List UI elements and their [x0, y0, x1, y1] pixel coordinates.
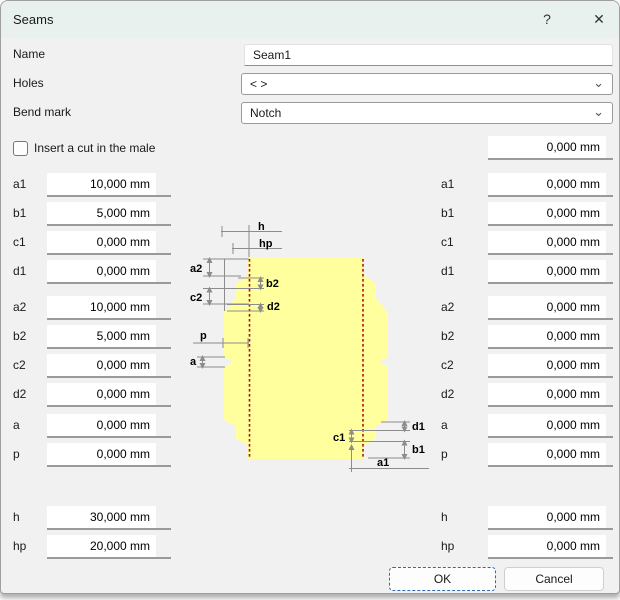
cancel-button[interactable]: Cancel — [504, 567, 604, 591]
diagram-label-c2: c2 — [190, 292, 202, 304]
field-left-d2[interactable]: 0,000 mm — [47, 383, 171, 407]
field-left-a1[interactable]: 10,000 mm — [47, 173, 171, 197]
insert-cut-value-field[interactable]: 0,000 mm — [488, 136, 613, 160]
label-left-p: p — [13, 443, 20, 465]
field-right-c2[interactable]: 0,000 mm — [488, 354, 613, 378]
field-left-d1[interactable]: 0,000 mm — [47, 260, 171, 284]
field-right-p[interactable]: 0,000 mm — [488, 443, 613, 467]
label-right-b1: b1 — [441, 202, 454, 224]
seam-diagram: h hp a2 b2 c2 d2 p a d1 c1 b1 a1 — [181, 216, 443, 478]
diagram-label-b2: b2 — [266, 278, 279, 290]
field-right-d1[interactable]: 0,000 mm — [488, 260, 613, 284]
dialog-title: Seams — [13, 1, 53, 38]
field-left-b2[interactable]: 5,000 mm — [47, 325, 171, 349]
label-left-a: a — [13, 414, 20, 436]
close-icon[interactable]: ✕ — [584, 6, 614, 33]
field-right-hp[interactable]: 0,000 mm — [488, 535, 613, 559]
label-right-d2: d2 — [441, 383, 454, 405]
label-left-c1: c1 — [13, 231, 26, 253]
label-right-a2: a2 — [441, 296, 454, 318]
label-right-d1: d1 — [441, 260, 454, 282]
label-left-a1: a1 — [13, 173, 26, 195]
diagram-label-hp: hp — [259, 238, 273, 250]
field-right-b2[interactable]: 0,000 mm — [488, 325, 613, 349]
label-left-b2: b2 — [13, 325, 26, 347]
diagram-label-d1: d1 — [412, 421, 425, 433]
holes-selected-value: < > — [250, 77, 267, 91]
diagram-label-h: h — [258, 221, 265, 233]
field-right-h[interactable]: 0,000 mm — [488, 506, 613, 530]
field-left-hp[interactable]: 20,000 mm — [47, 535, 171, 559]
seams-dialog: Seams ? ✕ Name Holes < > ⌄ Bend mark Not… — [0, 0, 620, 594]
label-right-b2: b2 — [441, 325, 454, 347]
titlebar: Seams ? ✕ — [1, 1, 619, 38]
ok-button[interactable]: OK — [389, 567, 496, 591]
label-left-c2: c2 — [13, 354, 26, 376]
field-right-d2[interactable]: 0,000 mm — [488, 383, 613, 407]
field-left-b1[interactable]: 5,000 mm — [47, 202, 171, 226]
label-right-h: h — [441, 506, 448, 528]
diagram-label-a: a — [190, 356, 197, 368]
field-left-a2[interactable]: 10,000 mm — [47, 296, 171, 320]
help-button[interactable]: ? — [532, 6, 562, 33]
bend-mark-select[interactable]: Notch ⌄ — [241, 102, 613, 124]
field-left-c2[interactable]: 0,000 mm — [47, 354, 171, 378]
field-left-c1[interactable]: 0,000 mm — [47, 231, 171, 255]
diagram-label-d2: d2 — [267, 301, 280, 313]
label-right-a1: a1 — [441, 173, 454, 195]
field-right-a[interactable]: 0,000 mm — [488, 414, 613, 438]
field-left-p[interactable]: 0,000 mm — [47, 443, 171, 467]
diagram-label-c1: c1 — [333, 432, 345, 444]
diagram-label-a2: a2 — [190, 263, 202, 275]
bend-mark-selected-value: Notch — [250, 106, 281, 120]
label-left-b1: b1 — [13, 202, 26, 224]
field-right-a1[interactable]: 0,000 mm — [488, 173, 613, 197]
label-left-a2: a2 — [13, 296, 26, 318]
diagram-label-a1: a1 — [377, 457, 389, 469]
bend-mark-label: Bend mark — [13, 102, 71, 123]
label-left-hp: hp — [13, 535, 26, 557]
insert-cut-checkbox[interactable] — [13, 141, 28, 156]
field-right-a2[interactable]: 0,000 mm — [488, 296, 613, 320]
field-right-b1[interactable]: 0,000 mm — [488, 202, 613, 226]
label-left-h: h — [13, 506, 20, 528]
insert-cut-label: Insert a cut in the male — [34, 138, 155, 159]
holes-label: Holes — [13, 73, 44, 94]
field-right-c1[interactable]: 0,000 mm — [488, 231, 613, 255]
name-label: Name — [13, 44, 45, 65]
field-left-h[interactable]: 30,000 mm — [47, 506, 171, 530]
holes-select[interactable]: < > ⌄ — [241, 73, 613, 95]
diagram-label-b1: b1 — [412, 444, 425, 456]
chevron-down-icon: ⌄ — [593, 101, 604, 123]
label-right-hp: hp — [441, 535, 454, 557]
chevron-down-icon: ⌄ — [593, 72, 604, 94]
field-left-a[interactable]: 0,000 mm — [47, 414, 171, 438]
diagram-label-p: p — [200, 330, 207, 342]
name-input[interactable] — [244, 44, 613, 66]
label-left-d2: d2 — [13, 383, 26, 405]
label-left-d1: d1 — [13, 260, 26, 282]
